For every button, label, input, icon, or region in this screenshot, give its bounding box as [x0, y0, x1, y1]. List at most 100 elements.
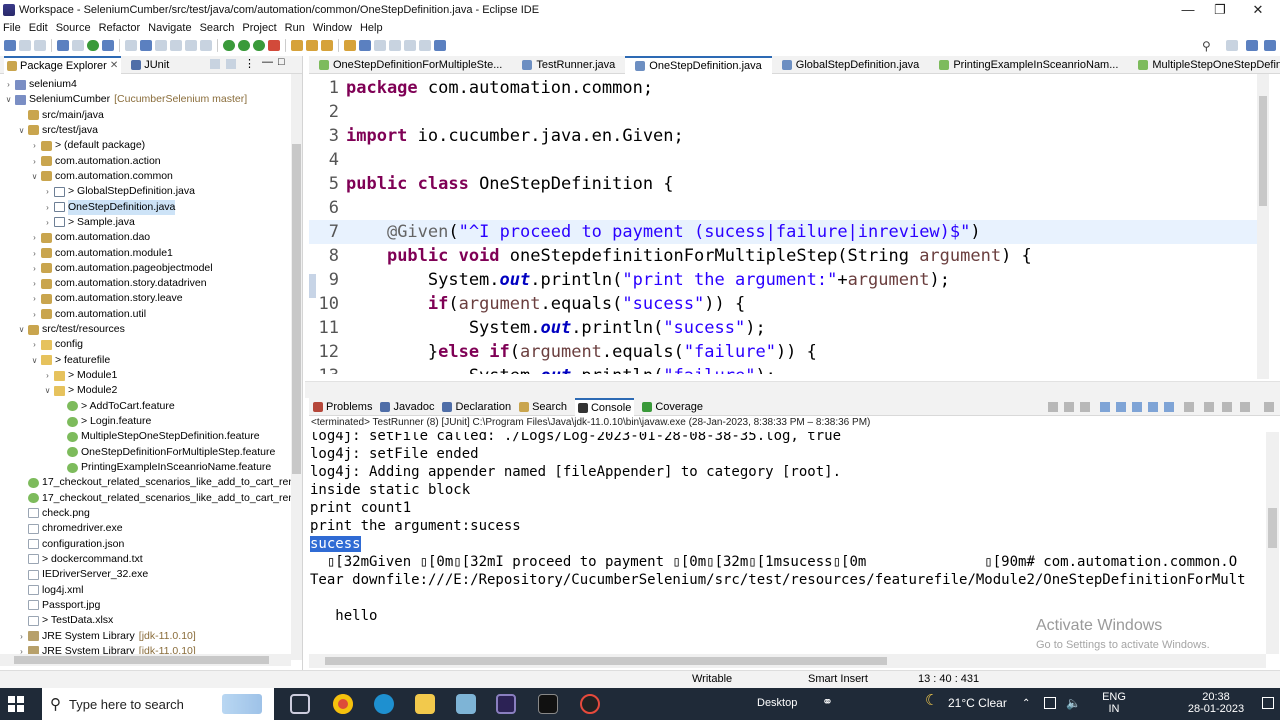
- tree-item[interactable]: log4j.xml: [17, 583, 83, 598]
- console-toolbar-icon[interactable]: [1048, 402, 1058, 412]
- tree-item[interactable]: › > GlobalStepDefinition.java: [43, 184, 195, 199]
- tree-item[interactable]: › com.automation.pageobjectmodel: [30, 261, 212, 276]
- console-toolbar-icon[interactable]: [1100, 402, 1110, 412]
- network-icon[interactable]: [1044, 697, 1056, 709]
- annotation-prev-icon[interactable]: [389, 40, 401, 51]
- explorer-hscroll-thumb[interactable]: [14, 656, 269, 664]
- annotation-next-icon[interactable]: [374, 40, 386, 51]
- maximize-button[interactable]: ❐: [1202, 0, 1238, 19]
- code-line[interactable]: 3 import io.cucumber.java.en.Given;: [309, 124, 1269, 148]
- close-button[interactable]: ✕: [1240, 0, 1276, 19]
- code-line[interactable]: 6: [309, 196, 1269, 220]
- tree-item[interactable]: Passport.jpg: [17, 598, 100, 613]
- debug-icon[interactable]: [223, 40, 235, 51]
- code-line[interactable]: 5 public class OneStepDefinition {: [309, 172, 1269, 196]
- java-perspective-icon[interactable]: [1246, 40, 1258, 51]
- file-explorer-icon[interactable]: [415, 694, 435, 714]
- view-menu-icon[interactable]: ⋮: [244, 57, 255, 70]
- expand-chevron-icon[interactable]: ∨: [17, 322, 26, 337]
- expand-chevron-icon[interactable]: ∨: [4, 92, 13, 107]
- tree-item[interactable]: › OneStepDefinition.java: [43, 199, 176, 215]
- open-type-icon[interactable]: [344, 40, 356, 51]
- tree-item[interactable]: › > Sample.java: [43, 215, 135, 230]
- notepad-icon[interactable]: [456, 694, 476, 714]
- expand-chevron-icon[interactable]: ∨: [17, 123, 26, 138]
- menu-search[interactable]: Search: [200, 22, 235, 34]
- pin-editor-icon[interactable]: [434, 40, 446, 51]
- code-line[interactable]: 13 System.out.println("failure");: [309, 364, 1269, 374]
- forward-icon[interactable]: [419, 40, 431, 51]
- collapse-chevron-icon[interactable]: ›: [30, 337, 39, 352]
- terminal-icon[interactable]: [57, 40, 69, 51]
- recorder-icon[interactable]: [580, 694, 600, 714]
- console-toolbar-icon[interactable]: [1204, 402, 1214, 412]
- minimize-button[interactable]: —: [1170, 0, 1206, 19]
- desktop-toolbar-label[interactable]: Desktop: [757, 697, 797, 709]
- code-line[interactable]: 2: [309, 100, 1269, 124]
- external-tools-icon[interactable]: [268, 40, 280, 51]
- edge-icon[interactable]: [374, 694, 394, 714]
- menu-navigate[interactable]: Navigate: [148, 22, 191, 34]
- collapse-chevron-icon[interactable]: ›: [30, 276, 39, 291]
- tree-item[interactable]: IEDriverServer_32.exe: [17, 567, 148, 582]
- link-editor-icon[interactable]: [226, 59, 236, 69]
- editor-tab[interactable]: MultipleStepOneStepDefinition...: [1128, 56, 1280, 74]
- code-editor[interactable]: 1 package com.automation.common; 2 3 import …: [309, 74, 1269, 374]
- volume-icon[interactable]: 🔈: [1066, 697, 1081, 709]
- tree-item[interactable]: ∨ > featurefile: [30, 353, 111, 368]
- tree-item[interactable]: › com.automation.story.datadriven: [30, 276, 206, 291]
- block-selection-icon[interactable]: [155, 40, 167, 51]
- tree-item[interactable]: check.png: [17, 506, 90, 521]
- bottom-tab[interactable]: Javadoc: [380, 401, 434, 413]
- console-toolbar-icon[interactable]: [1080, 402, 1090, 412]
- menu-refactor[interactable]: Refactor: [99, 22, 141, 34]
- menu-edit[interactable]: Edit: [29, 22, 48, 34]
- eclipse-taskbar-icon[interactable]: [496, 694, 516, 714]
- tree-item[interactable]: › config: [30, 337, 83, 352]
- editor-vscrollbar[interactable]: [1257, 74, 1269, 379]
- task-icon[interactable]: [102, 40, 114, 51]
- people-icon[interactable]: ⚭: [822, 695, 833, 708]
- tree-item[interactable]: › com.automation.module1: [30, 246, 173, 261]
- console-hscroll-thumb[interactable]: [325, 657, 887, 665]
- console-toolbar-icon[interactable]: [1064, 402, 1074, 412]
- console-toolbar-icon[interactable]: [1132, 402, 1142, 412]
- tree-item[interactable]: > Login.feature: [56, 414, 151, 429]
- menu-help[interactable]: Help: [360, 22, 383, 34]
- new-java-project-icon[interactable]: [291, 40, 303, 51]
- code-line[interactable]: 7 @Given("^I proceed to payment (sucess|…: [309, 220, 1269, 244]
- console-toolbar-icon[interactable]: [1264, 402, 1274, 412]
- tree-item[interactable]: › com.automation.util: [30, 307, 146, 322]
- language-indicator[interactable]: ENG IN: [1102, 691, 1126, 715]
- tree-item[interactable]: › com.automation.story.leave: [30, 291, 182, 306]
- collapse-chevron-icon[interactable]: ›: [43, 184, 52, 199]
- pilcrow-icon[interactable]: [200, 40, 212, 51]
- close-icon[interactable]: ✕: [110, 60, 118, 71]
- back-icon[interactable]: [404, 40, 416, 51]
- tab-junit[interactable]: JUnit: [131, 59, 169, 71]
- code-line[interactable]: 9 System.out.println("print the argument…: [309, 268, 1269, 292]
- tree-item[interactable]: › com.automation.dao: [30, 230, 150, 245]
- console-hscrollbar[interactable]: [309, 654, 1266, 668]
- tray-chevron-icon[interactable]: ⌃: [1022, 698, 1030, 710]
- task-view-icon[interactable]: [290, 694, 310, 714]
- tree-item[interactable]: › > (default package): [30, 138, 145, 153]
- search-toolbar-icon[interactable]: [359, 40, 371, 51]
- tree-item[interactable]: > dockercommand.txt: [17, 552, 143, 567]
- console-vscrollbar[interactable]: [1266, 432, 1279, 654]
- search-icon[interactable]: ⚲: [1202, 39, 1211, 53]
- tree-item[interactable]: › > Module1: [43, 368, 117, 383]
- editor-tab[interactable]: OneStepDefinitionForMultipleSte...: [309, 56, 512, 74]
- maximize-view-icon[interactable]: □: [278, 56, 285, 68]
- tree-item[interactable]: › JRE System Library [jdk-11.0.10]: [17, 629, 196, 644]
- tree-item[interactable]: 17_checkout_related_scenarios_like_add_t…: [17, 475, 302, 490]
- coverage-icon[interactable]: [253, 40, 265, 51]
- taskbar-search-box[interactable]: ⚲ Type here to search: [42, 688, 274, 720]
- editor-vscroll-thumb[interactable]: [1259, 96, 1267, 206]
- code-line[interactable]: 1 package com.automation.common;: [309, 76, 1269, 100]
- console-toolbar-icon[interactable]: [1184, 402, 1194, 412]
- tree-item[interactable]: PrintingExampleInSceanrioName.feature: [56, 460, 271, 475]
- console-toolbar-icon[interactable]: [1222, 402, 1232, 412]
- editor-tab[interactable]: OneStepDefinition.java: [625, 55, 772, 74]
- collapse-chevron-icon[interactable]: ›: [43, 215, 52, 230]
